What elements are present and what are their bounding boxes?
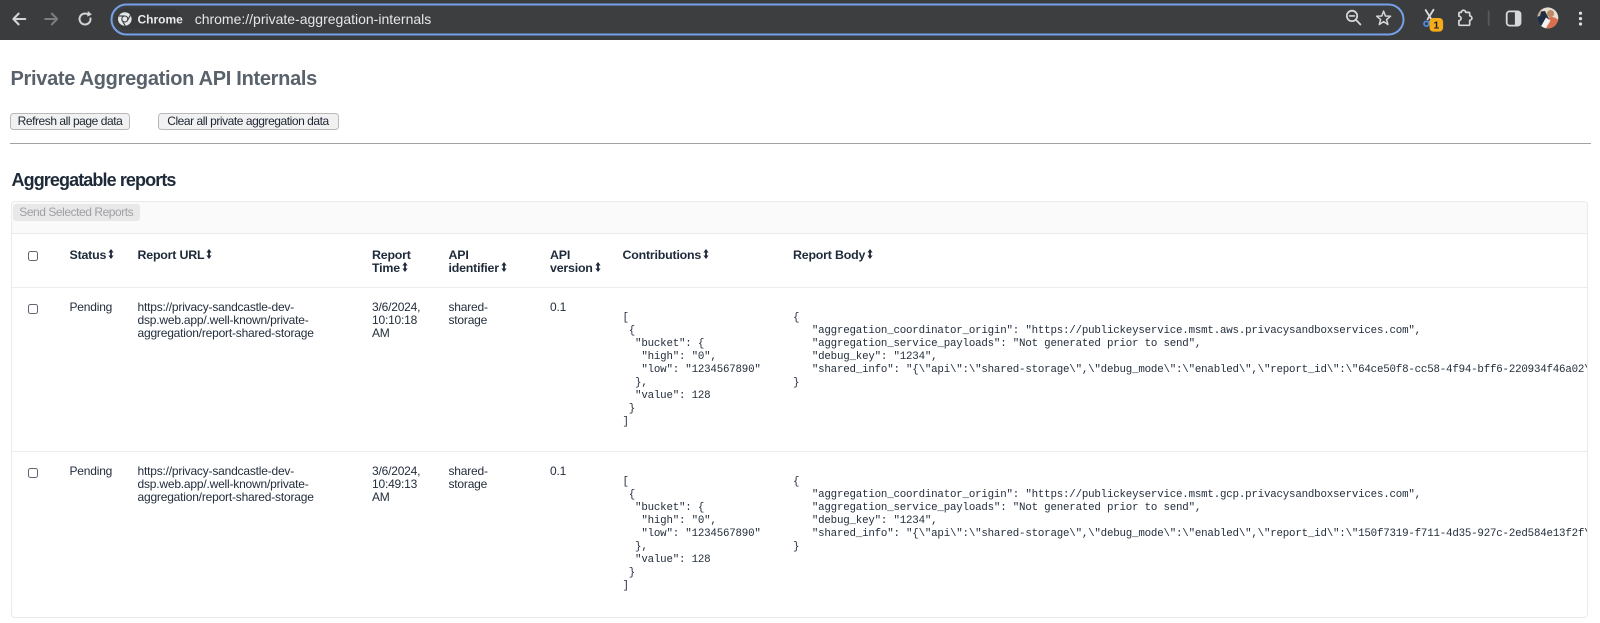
svg-text:Chrome: Chrome: [138, 13, 184, 27]
svg-text:1: 1: [1433, 20, 1439, 32]
svg-text:chrome://private-aggregation-i: chrome://private-aggregation-internals: [195, 11, 432, 27]
